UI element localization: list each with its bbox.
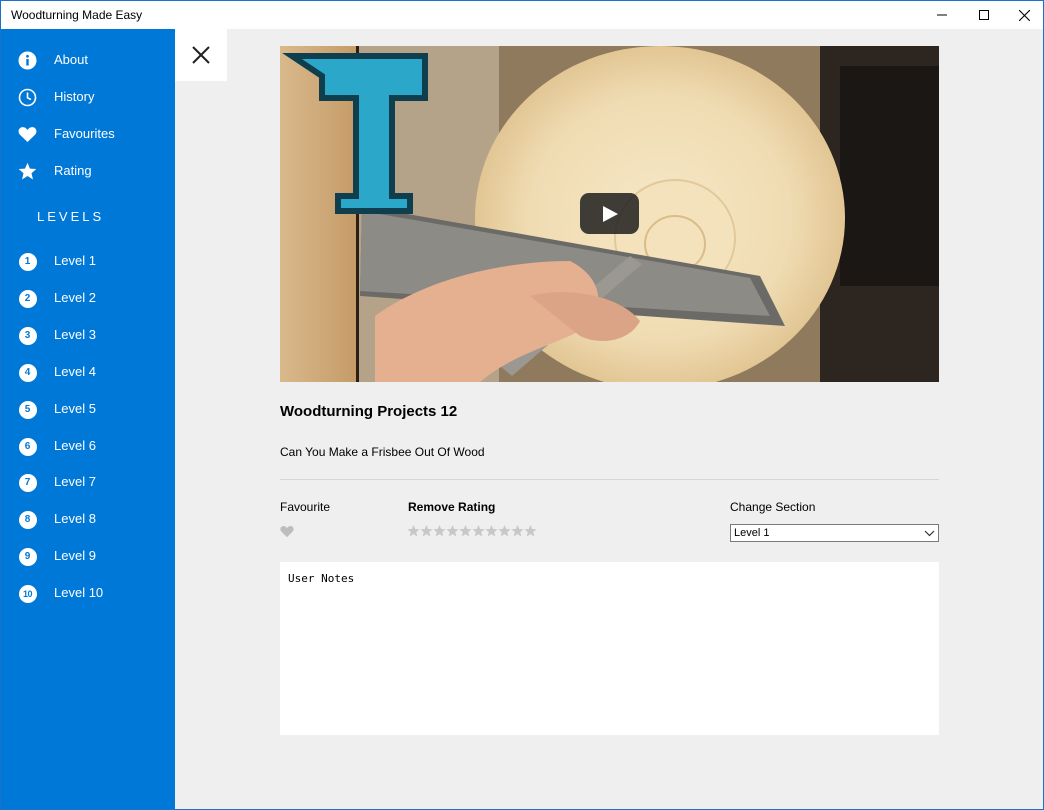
number-2-icon: 2 bbox=[18, 289, 37, 308]
sidebar-item-label: Level 6 bbox=[54, 438, 96, 453]
sidebar-item-level-8[interactable]: 8 Level 8 bbox=[1, 502, 175, 536]
sidebar-item-about[interactable]: About bbox=[1, 43, 175, 77]
sidebar-item-label: Level 1 bbox=[54, 253, 96, 268]
sidebar-item-label: Rating bbox=[54, 163, 92, 178]
close-pane-button[interactable] bbox=[175, 29, 227, 81]
sidebar-item-label: About bbox=[54, 52, 88, 67]
minimize-button[interactable] bbox=[919, 1, 965, 29]
info-icon bbox=[18, 51, 37, 70]
close-icon bbox=[1018, 9, 1030, 21]
sidebar-item-level-6[interactable]: 6 Level 6 bbox=[1, 429, 175, 463]
maximize-icon bbox=[979, 10, 989, 20]
sidebar-item-level-10[interactable]: 10 Level 10 bbox=[1, 576, 175, 610]
section-dropdown[interactable]: Level 1 bbox=[730, 524, 939, 542]
rating-star-icon[interactable] bbox=[511, 524, 524, 538]
sidebar-item-history[interactable]: History bbox=[1, 80, 175, 114]
rating-star-icon[interactable] bbox=[420, 524, 433, 538]
star-icon bbox=[18, 162, 37, 181]
sidebar-item-label: Level 9 bbox=[54, 548, 96, 563]
rating-star-icon[interactable] bbox=[407, 524, 420, 538]
sidebar-item-level-7[interactable]: 7 Level 7 bbox=[1, 465, 175, 499]
play-button[interactable] bbox=[580, 193, 639, 234]
sidebar-item-label: Level 3 bbox=[54, 327, 96, 342]
number-10-icon: 10 bbox=[18, 584, 37, 603]
sidebar-item-label: History bbox=[54, 89, 95, 104]
sidebar-item-favourites[interactable]: Favourites bbox=[1, 117, 175, 151]
sidebar-item-level-4[interactable]: 4 Level 4 bbox=[1, 355, 175, 389]
sidebar-item-label: Level 2 bbox=[54, 290, 96, 305]
rating-star-icon[interactable] bbox=[485, 524, 498, 538]
sidebar-item-level-1[interactable]: 1 Level 1 bbox=[1, 244, 175, 278]
sidebar-item-label: Level 5 bbox=[54, 401, 96, 416]
clock-icon bbox=[18, 88, 37, 107]
number-5-icon: 5 bbox=[18, 400, 37, 419]
rating-star-icon[interactable] bbox=[459, 524, 472, 538]
number-4-icon: 4 bbox=[18, 363, 37, 382]
favourite-label: Favourite bbox=[280, 500, 331, 514]
sidebar-item-label: Level 10 bbox=[54, 585, 104, 600]
chevron-down-icon bbox=[924, 530, 935, 537]
video-description: Can You Make a Frisbee Out Of Wood bbox=[280, 445, 485, 459]
change-section-label: Change Section bbox=[730, 500, 816, 514]
levels-heading: LEVELS bbox=[37, 209, 105, 224]
number-9-icon: 9 bbox=[18, 547, 37, 566]
number-8-icon: 8 bbox=[18, 510, 37, 529]
close-window-button[interactable] bbox=[1001, 1, 1043, 29]
minimize-icon bbox=[937, 14, 947, 16]
section-selected-value: Level 1 bbox=[734, 527, 770, 539]
play-icon bbox=[602, 205, 618, 222]
rating-star-icon[interactable] bbox=[472, 524, 485, 538]
remove-rating-button[interactable]: Remove Rating bbox=[408, 500, 495, 514]
heart-icon bbox=[18, 125, 37, 144]
number-6-icon: 6 bbox=[18, 437, 37, 456]
sidebar-item-level-3[interactable]: 3 Level 3 bbox=[1, 318, 175, 352]
sidebar-item-level-5[interactable]: 5 Level 5 bbox=[1, 392, 175, 426]
user-notes-field[interactable]: User Notes bbox=[280, 562, 939, 735]
user-notes-placeholder: User Notes bbox=[288, 572, 355, 585]
favourite-heart-icon[interactable] bbox=[280, 525, 294, 538]
sidebar-item-label: Favourites bbox=[54, 126, 115, 141]
video-player[interactable] bbox=[280, 46, 939, 382]
sidebar-item-level-9[interactable]: 9 Level 9 bbox=[1, 539, 175, 573]
sidebar-item-label: Level 4 bbox=[54, 364, 96, 379]
sidebar-item-label: Level 7 bbox=[54, 474, 96, 489]
sidebar-item-level-2[interactable]: 2 Level 2 bbox=[1, 281, 175, 315]
number-1-icon: 1 bbox=[18, 252, 37, 271]
rating-star-icon[interactable] bbox=[524, 524, 537, 538]
rating-star-icon[interactable] bbox=[446, 524, 459, 538]
number-3-icon: 3 bbox=[18, 326, 37, 345]
video-title: Woodturning Projects 12 bbox=[280, 403, 458, 420]
number-7-icon: 7 bbox=[18, 473, 37, 492]
rating-star-icon[interactable] bbox=[498, 524, 511, 538]
window-title: Woodturning Made Easy bbox=[11, 8, 143, 22]
sidebar: About History Favourites Rating LEVELS 1… bbox=[1, 29, 175, 809]
sidebar-item-rating[interactable]: Rating bbox=[1, 154, 175, 188]
app-window: Woodturning Made Easy About History Favo… bbox=[0, 0, 1044, 810]
divider bbox=[280, 479, 939, 480]
close-icon bbox=[192, 46, 210, 64]
rating-stars[interactable] bbox=[407, 524, 537, 540]
title-bar: Woodturning Made Easy bbox=[1, 1, 1043, 29]
rating-star-icon[interactable] bbox=[433, 524, 446, 538]
sidebar-item-label: Level 8 bbox=[54, 511, 96, 526]
